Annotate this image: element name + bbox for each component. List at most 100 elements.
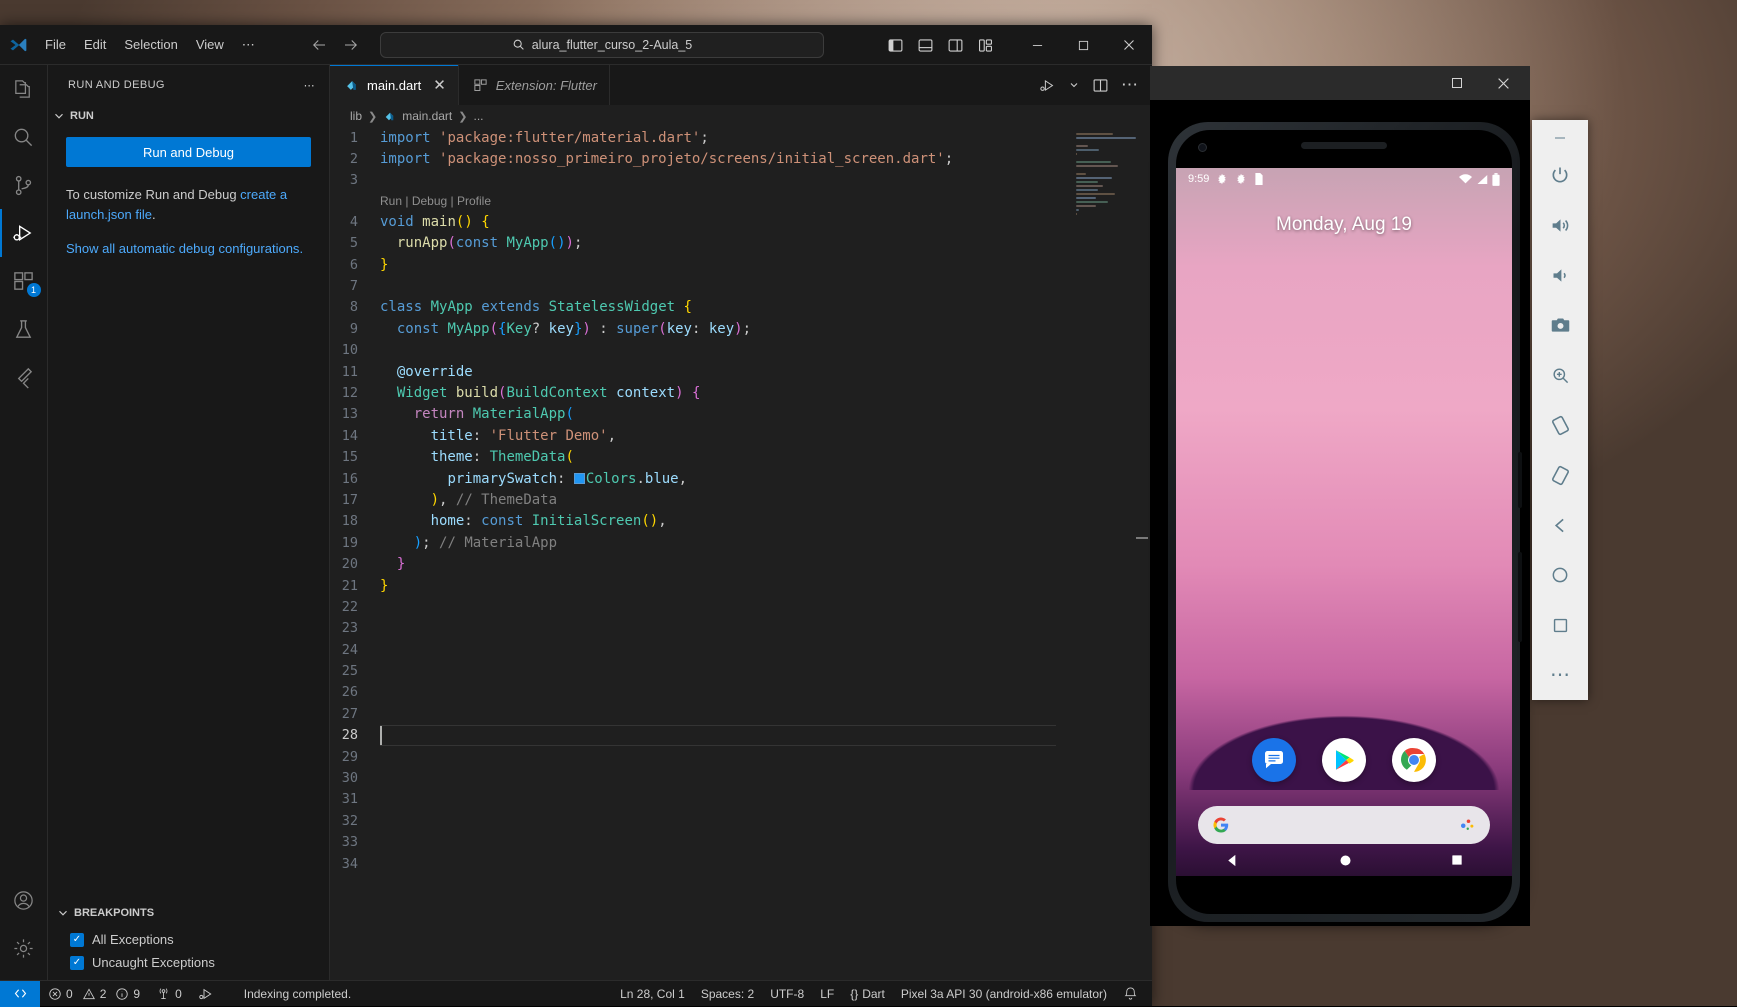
breakpoint-uncaught-exceptions[interactable]: ✓ Uncaught Exceptions	[48, 951, 329, 974]
code-line[interactable]: 34	[330, 853, 1152, 874]
back-nav-icon[interactable]	[1224, 852, 1241, 869]
breadcrumb-more[interactable]: ...	[473, 109, 483, 123]
emulator-maximize-button[interactable]	[1434, 66, 1480, 100]
code-line[interactable]: 22	[330, 596, 1152, 617]
code-line[interactable]: 28	[330, 725, 1152, 746]
breakpoints-section-header[interactable]: BREAKPOINTS	[48, 902, 329, 924]
code-line[interactable]: 12 Widget build(BuildContext context) {	[330, 382, 1152, 403]
code-lens-action[interactable]: Debug	[412, 194, 447, 208]
phone-screen[interactable]: 9:59	[1176, 168, 1512, 876]
cursor-position-status[interactable]: Ln 28, Col 1	[612, 981, 693, 1007]
code-line[interactable]: 13 return MaterialApp(	[330, 404, 1152, 425]
sidebar-item-search[interactable]	[0, 113, 48, 161]
emulator-close-button[interactable]	[1480, 66, 1526, 100]
split-editor-icon[interactable]	[1092, 77, 1109, 94]
close-icon[interactable]: ✕	[433, 76, 446, 94]
run-and-debug-button[interactable]: Run and Debug	[66, 137, 311, 167]
show-automatic-configs-link[interactable]: Show all automatic debug configurations	[66, 241, 299, 256]
device-selector-status[interactable]: Pixel 3a API 30 (android-x86 emulator)	[893, 981, 1115, 1007]
zoom-in-icon[interactable]	[1536, 350, 1584, 400]
camera-icon[interactable]	[1536, 300, 1584, 350]
code-line[interactable]: 18 home: const InitialScreen(),	[330, 511, 1152, 532]
debug-status[interactable]	[190, 981, 222, 1007]
code-line[interactable]: 21}	[330, 575, 1152, 596]
code-line[interactable]: 19 ); // MaterialApp	[330, 532, 1152, 553]
menu-more[interactable]: ⋯	[233, 32, 264, 58]
color-swatch-icon[interactable]	[574, 473, 585, 484]
volume-up-icon[interactable]	[1536, 200, 1584, 250]
gear-icon[interactable]	[0, 924, 48, 972]
code-line[interactable]: 20 }	[330, 553, 1152, 574]
accounts-icon[interactable]	[0, 876, 48, 924]
sidebar-item-source-control[interactable]	[0, 161, 48, 209]
chevron-down-icon[interactable]	[1068, 79, 1080, 91]
code-line[interactable]: 30	[330, 767, 1152, 788]
tab-main-dart[interactable]: main.dart ✕	[330, 65, 459, 105]
indentation-status[interactable]: Spaces: 2	[693, 981, 762, 1007]
toggle-primary-sidebar-icon[interactable]	[887, 37, 904, 54]
window-close-button[interactable]	[1106, 25, 1152, 65]
code-line[interactable]: 8class MyApp extends StatelessWidget {	[330, 297, 1152, 318]
code-line[interactable]: 3	[330, 170, 1152, 191]
code-line[interactable]: 33	[330, 832, 1152, 853]
run-section-header[interactable]: RUN	[48, 105, 329, 127]
google-search-bar[interactable]	[1198, 806, 1490, 844]
more-actions-icon[interactable]: ⋯	[1121, 80, 1138, 90]
forward-arrow-icon[interactable]	[342, 36, 360, 54]
command-center[interactable]: alura_flutter_curso_2-Aula_5	[380, 32, 824, 58]
code-line[interactable]: 2import 'package:nosso_primeiro_projeto/…	[330, 148, 1152, 169]
code-line[interactable]: 4void main() {	[330, 211, 1152, 232]
code-line[interactable]: 25	[330, 660, 1152, 681]
sidebar-item-run-and-debug[interactable]	[0, 209, 48, 257]
square-icon[interactable]	[1536, 600, 1584, 650]
code-line[interactable]: 17 ), // ThemeData	[330, 489, 1152, 510]
code-line[interactable]: 15 theme: ThemeData(	[330, 446, 1152, 467]
notifications-icon[interactable]	[1115, 981, 1152, 1007]
volume-down-icon[interactable]	[1536, 250, 1584, 300]
breadcrumb-lib[interactable]: lib	[350, 109, 362, 123]
code-line[interactable]: 10	[330, 340, 1152, 361]
messages-app-icon[interactable]	[1252, 738, 1296, 782]
breadcrumb-main-dart[interactable]: main.dart	[402, 109, 452, 123]
menu-view[interactable]: View	[187, 32, 233, 58]
problems-status[interactable]: 0 2 9	[40, 981, 148, 1007]
home-nav-icon[interactable]	[1338, 853, 1353, 868]
window-minimize-button[interactable]	[1014, 25, 1060, 65]
menu-file[interactable]: File	[36, 32, 75, 58]
code-line[interactable]: 24	[330, 639, 1152, 660]
code-line[interactable]: 11 @override	[330, 361, 1152, 382]
recents-nav-icon[interactable]	[1450, 853, 1464, 867]
back-icon[interactable]	[1536, 500, 1584, 550]
code-line[interactable]: 6}	[330, 254, 1152, 275]
emulator-toolbar-minimize[interactable]	[1536, 126, 1584, 150]
code-lens[interactable]: Run | Debug | Profile	[330, 191, 1152, 211]
rotate-right-icon[interactable]	[1536, 450, 1584, 500]
toggle-secondary-sidebar-icon[interactable]	[947, 37, 964, 54]
tab-extension-flutter[interactable]: Extension: Flutter	[459, 65, 610, 105]
code-line[interactable]: 31	[330, 789, 1152, 810]
sidebar-item-extensions[interactable]: 1	[0, 257, 48, 305]
back-arrow-icon[interactable]	[310, 36, 328, 54]
minimap[interactable]	[1076, 133, 1138, 203]
run-or-debug-icon[interactable]	[1039, 77, 1056, 94]
remote-window-icon[interactable]	[0, 981, 40, 1007]
window-maximize-button[interactable]	[1060, 25, 1106, 65]
code-line[interactable]: 23	[330, 618, 1152, 639]
code-line[interactable]: 27	[330, 703, 1152, 724]
sidebar-more-actions[interactable]: ⋯	[298, 77, 321, 94]
code-line[interactable]: 7	[330, 275, 1152, 296]
sidebar-item-testing[interactable]	[0, 305, 48, 353]
code-lines[interactable]: 1import 'package:flutter/material.dart';…	[330, 127, 1152, 980]
checkbox-checked-icon[interactable]: ✓	[70, 956, 84, 970]
code-line[interactable]: 14 title: 'Flutter Demo',	[330, 425, 1152, 446]
checkbox-checked-icon[interactable]: ✓	[70, 933, 84, 947]
sidebar-item-flutter[interactable]	[0, 353, 48, 401]
ports-status[interactable]: 0	[148, 981, 190, 1007]
code-line[interactable]: 26	[330, 682, 1152, 703]
eol-status[interactable]: LF	[812, 981, 842, 1007]
code-lens-actions[interactable]: Run | Debug | Profile	[380, 194, 491, 208]
sidebar-item-explorer[interactable]	[0, 65, 48, 113]
code-line[interactable]: 9 const MyApp({Key? key}) : super(key: k…	[330, 318, 1152, 339]
code-editor[interactable]: 1import 'package:flutter/material.dart';…	[330, 127, 1152, 980]
menu-selection[interactable]: Selection	[115, 32, 186, 58]
